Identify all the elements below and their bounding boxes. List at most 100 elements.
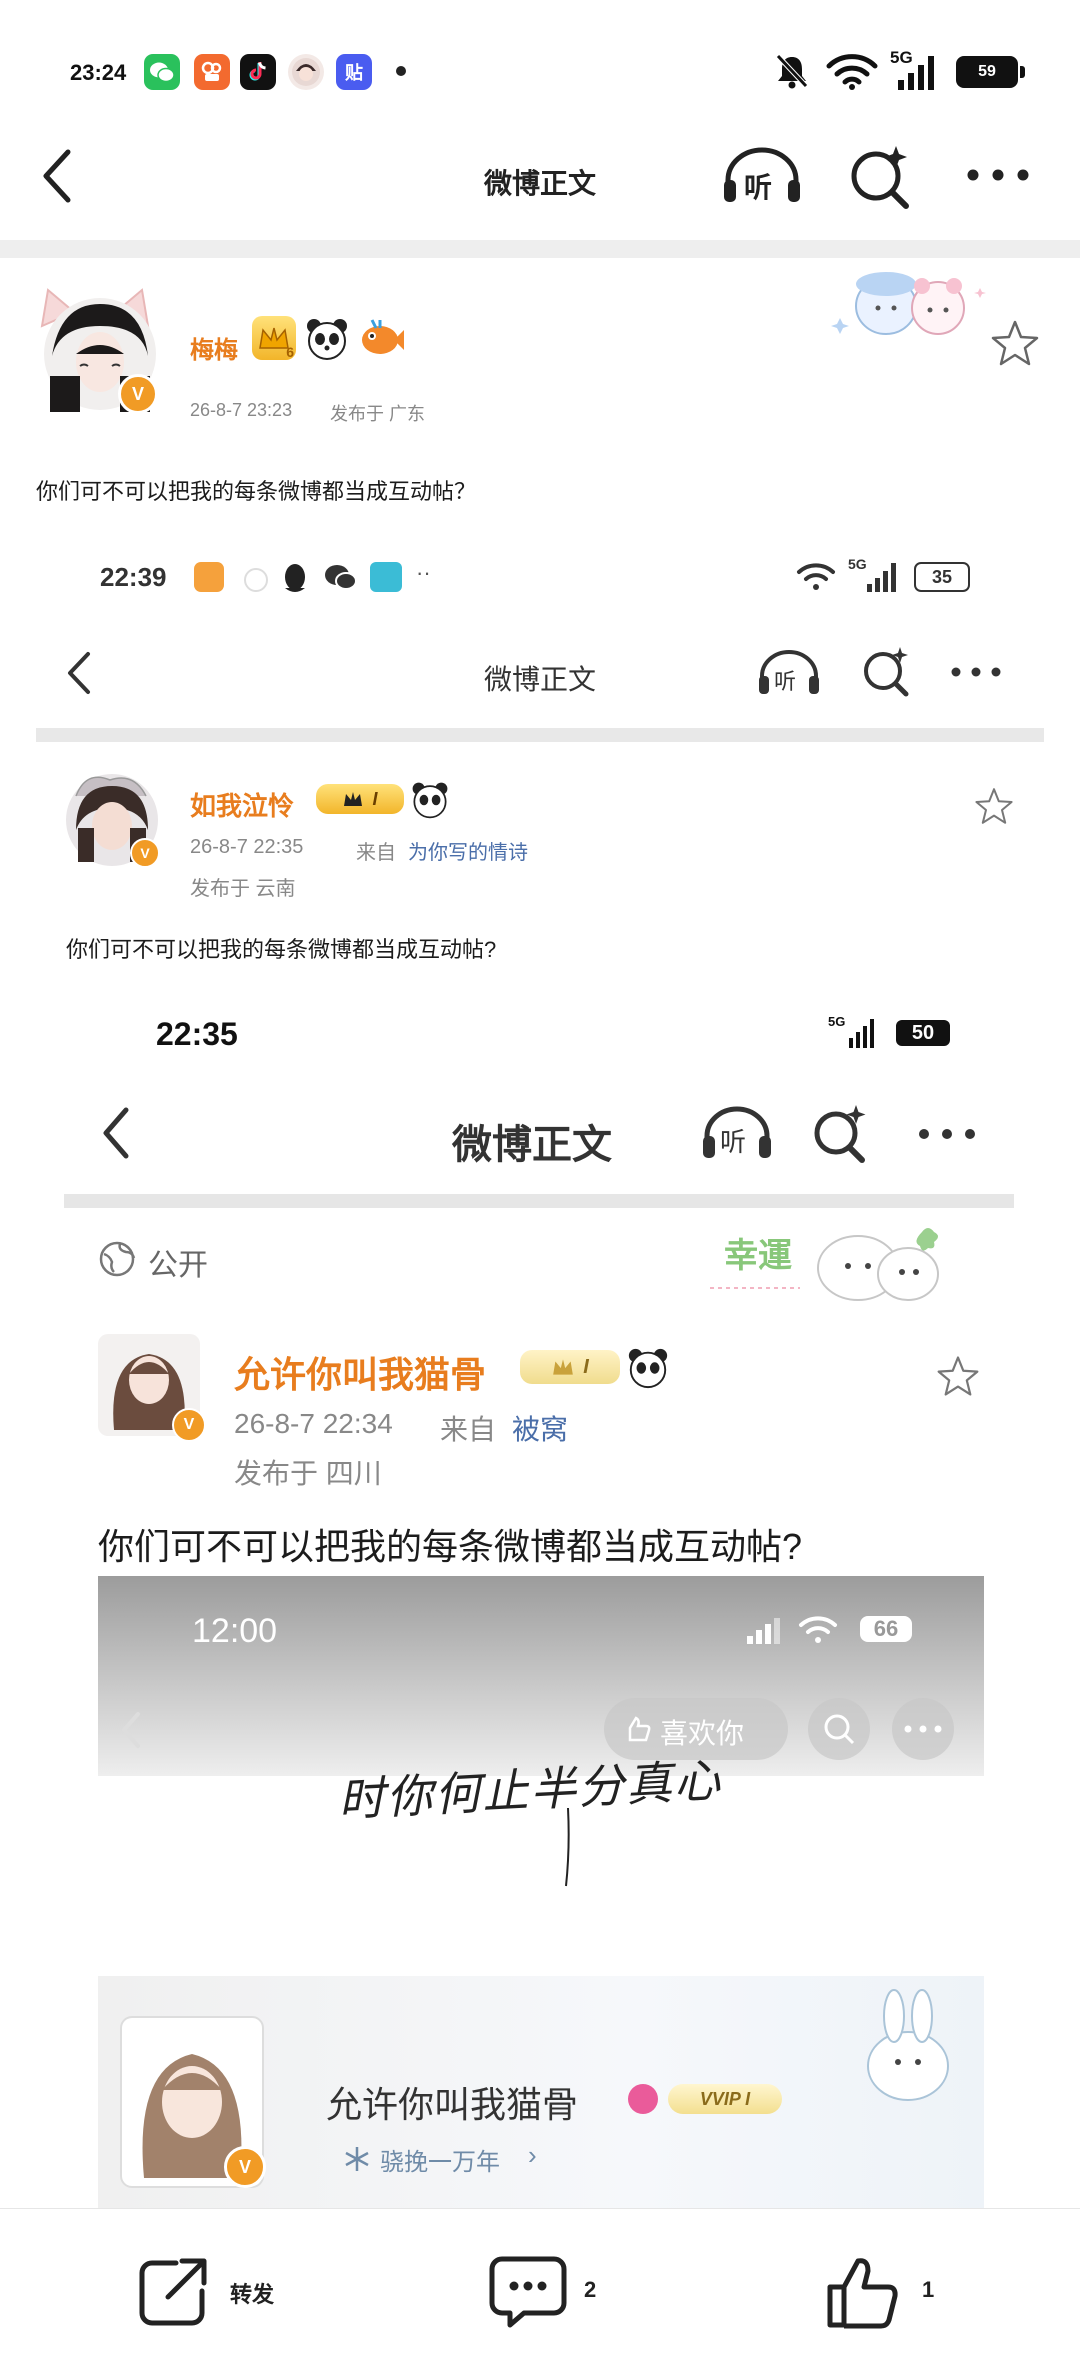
more-notifications-dot xyxy=(396,66,406,76)
status-bar: 23:24 贴 5G 59 xyxy=(0,0,1080,140)
panda-icon xyxy=(307,319,347,360)
listen-button[interactable]: 听 xyxy=(720,144,804,208)
shot2-author-name: 允许你叫我猫骨 xyxy=(234,1354,487,1395)
shot1-wifi-icon xyxy=(797,563,835,590)
shot1-post-time: 26-8-7 22:35 xyxy=(190,836,304,858)
visibility-label: 公开 xyxy=(148,1249,208,1282)
author-name[interactable]: 梅梅 xyxy=(190,330,238,365)
shot1-vip-badge: I xyxy=(316,784,404,814)
shot1-search-icon xyxy=(864,647,909,697)
shot1-wechat-icon xyxy=(325,565,357,590)
comment-button[interactable]: 2 xyxy=(484,2249,634,2333)
shot2-vip-badge: I xyxy=(520,1350,620,1384)
section-divider xyxy=(0,240,1080,258)
shot2-divider xyxy=(64,1194,1014,1208)
shot3-status-time: 12:00 xyxy=(192,1612,278,1650)
shot2-listen: 听 xyxy=(700,1104,774,1162)
bottom-action-bar: 转发 2 1 xyxy=(0,2208,1080,2373)
shot3-heart-hand-icon xyxy=(628,1716,651,1742)
lucky-sticker: 幸運 xyxy=(708,1218,948,1308)
post-header: V 梅梅 6 26-8-7 23:23 发布于 广东 你们可不可以把我的每条微博… xyxy=(0,258,1080,504)
shot1-listen: 听 xyxy=(756,648,822,698)
shot1-star-icon xyxy=(975,788,1013,824)
thumbs-up-icon xyxy=(827,2258,898,2329)
shot3-more-icon xyxy=(904,1725,942,1733)
nav-bar: 微博正文 听 xyxy=(0,130,1080,240)
mute-bell-icon xyxy=(776,54,808,89)
post-location: 发布于 广东 xyxy=(330,404,426,424)
shot3-tagline-chevron-icon: › xyxy=(528,2140,537,2170)
reader-app-icon xyxy=(370,562,402,592)
shot1-location: 发布于 云南 xyxy=(190,878,296,900)
shot3-vip-badge: VVIP I xyxy=(668,2084,782,2114)
shot3-profile-name: 允许你叫我猫骨 xyxy=(326,2084,579,2125)
shot1-signal-icon xyxy=(867,563,896,592)
shot1-from-link: 为你写的情诗 xyxy=(408,842,528,864)
shot2-crown-icon xyxy=(553,1359,574,1375)
snowflake-icon xyxy=(345,2147,369,2171)
page-title: 微博正文 xyxy=(483,168,596,199)
shot1-divider xyxy=(36,728,1044,742)
shot1-app-icon xyxy=(194,562,224,592)
shot3-back-arrow-icon xyxy=(122,1712,140,1748)
shot1-more-dots: ·· xyxy=(416,560,431,585)
wechat-icon xyxy=(144,54,180,90)
embedded-screenshot-1: 22:39 ·· 5G 35 微博正文 听 V 如我泣怜 I 26-8-7 22… xyxy=(36,530,1044,970)
fish-icon xyxy=(362,319,404,354)
shot1-crown-icon xyxy=(344,792,363,806)
repost-button[interactable]: 转发 xyxy=(130,2249,300,2333)
shot2-search-icon xyxy=(814,1105,866,1163)
kuaishou-app-icon xyxy=(194,54,230,90)
shot1-from-label: 来自 xyxy=(356,842,396,864)
comment-count: 2 xyxy=(584,2277,597,2302)
shot2-signal-icon xyxy=(849,1019,874,1048)
shot3-signal-icon xyxy=(747,1618,780,1644)
shot1-author-avatar: V xyxy=(62,766,162,868)
shot3-tagline: 骁挽一万年 xyxy=(380,2149,500,2176)
shot3-membership-icon xyxy=(628,2084,658,2114)
battery-indicator: 59 xyxy=(956,56,1025,88)
repost-label: 转发 xyxy=(230,2282,275,2307)
shot1-post-text: 你们可不可以把我的每条微博都当成互动帖? xyxy=(66,937,497,962)
qq-icon xyxy=(285,564,305,592)
shot1-battery: 35 xyxy=(914,562,970,592)
embedded-screenshot-3: 12:00 66 喜欢你 时你何止半分真心 V 允许你叫我猫骨 VVIP I 骁… xyxy=(98,1576,984,2208)
shot1-author-name: 如我泣怜 xyxy=(190,791,295,821)
shot2-more-icon xyxy=(919,1129,975,1139)
favorite-star-icon[interactable] xyxy=(990,318,1040,368)
shot1-status-time: 22:39 xyxy=(100,562,167,592)
globe-icon xyxy=(99,1241,136,1277)
verified-badge: V xyxy=(118,374,158,414)
post-time: 26-8-7 23:23 xyxy=(190,400,293,420)
shot2-from-label: 来自 xyxy=(440,1414,497,1445)
shot2-network: 5G xyxy=(828,1014,846,1029)
shot3-profile-avatar: V xyxy=(120,2016,266,2188)
avatar-app-icon xyxy=(288,54,324,90)
author-avatar[interactable]: V xyxy=(30,286,160,416)
shot2-location: 发布于 四川 xyxy=(234,1458,382,1489)
shot2-post-text: 你们可不可以把我的每条微博都当成互动帖? xyxy=(98,1526,803,1567)
handwriting-stroke-icon xyxy=(565,1808,570,1887)
more-icon[interactable] xyxy=(966,168,1030,182)
like-button[interactable]: 1 xyxy=(820,2247,960,2335)
shot2-status-time: 22:35 xyxy=(156,1016,238,1052)
shot2-verified-badge: V xyxy=(172,1408,206,1442)
shot3-search-button xyxy=(808,1698,870,1760)
shot2-panda-icon xyxy=(628,1348,668,1389)
wifi-icon xyxy=(826,54,878,90)
like-count: 1 xyxy=(922,2277,935,2302)
listen-label: 听 xyxy=(744,172,773,203)
search-sparkle-icon[interactable] xyxy=(846,142,916,212)
shot3-battery: 66 xyxy=(860,1616,912,1642)
shot3-more-button xyxy=(892,1698,954,1760)
embedded-screenshot-2: 22:35 5G 50 微博正文 听 公开 幸運 V 允许你叫我猫骨 I 26-… xyxy=(64,1000,1014,1580)
shot2-battery: 50 xyxy=(896,1020,950,1046)
shot2-from-link: 被窝 xyxy=(512,1414,569,1445)
shot1-more-icon xyxy=(951,667,1001,677)
comment-icon xyxy=(489,2256,567,2328)
status-time: 23:24 xyxy=(70,60,127,85)
repost-icon xyxy=(139,2258,207,2326)
shot2-post-time: 26-8-7 22:34 xyxy=(234,1408,393,1439)
crown-level-badge: 6 xyxy=(252,316,296,360)
post-text: 你们可不可以把我的每条微博都当成互动帖？ xyxy=(36,479,477,504)
